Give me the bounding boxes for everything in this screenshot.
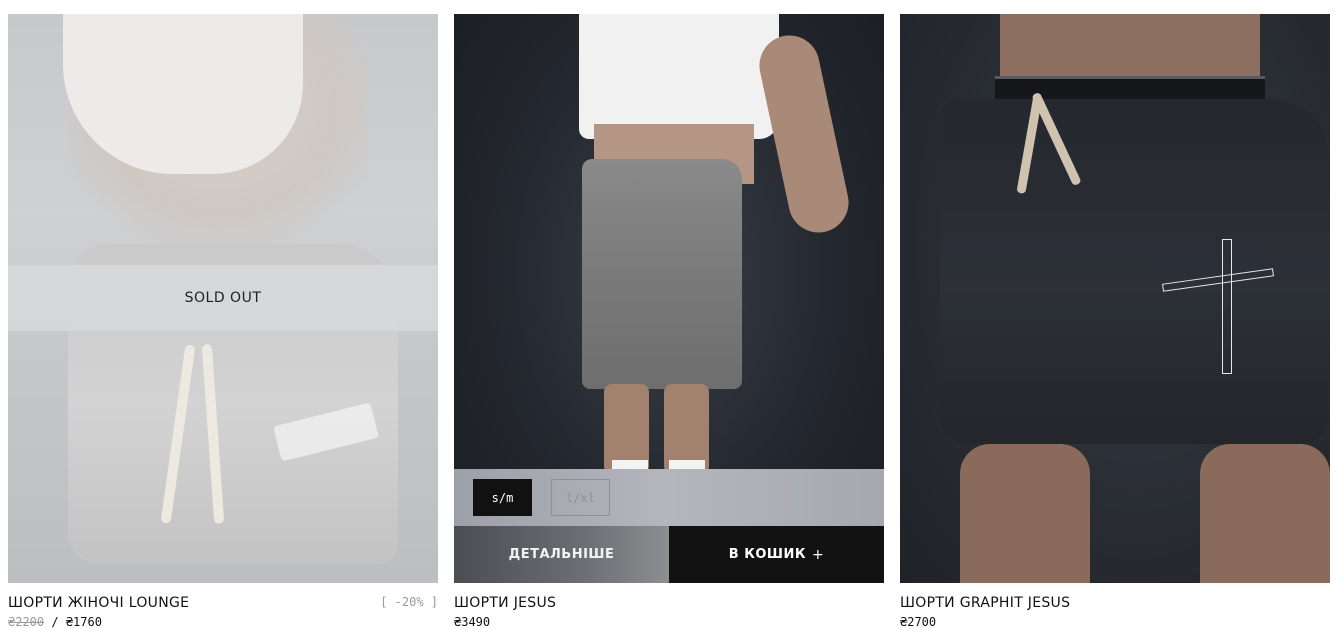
photo-detail — [579, 14, 779, 139]
cross-print — [1222, 239, 1232, 374]
product-info: ШОРТИ GRAPHIT JESUS ₴2700 — [900, 583, 1330, 629]
product-card: s/m l/xl ДЕТАЛЬНІШЕ В КОШИК + ШОРТИ JESU… — [454, 14, 884, 629]
details-button[interactable]: ДЕТАЛЬНІШЕ — [454, 526, 669, 583]
sold-out-overlay: SOLD OUT — [8, 265, 438, 331]
discount-badge: [ -20% ] — [380, 595, 438, 609]
size-selector: s/m l/xl — [454, 469, 884, 526]
current-price: ₴3490 — [454, 615, 491, 629]
product-title[interactable]: ШОРТИ JESUS — [454, 595, 556, 611]
product-grid: SOLD OUT ШОРТИ ЖІНОЧІ LOUNGE [ -20% ] ₴2… — [0, 0, 1343, 629]
size-option-l-xl[interactable]: l/xl — [551, 479, 610, 516]
product-info: ШОРТИ JESUS ₴3490 — [454, 583, 884, 629]
photo-detail — [1000, 14, 1260, 84]
product-card: ШОРТИ GRAPHIT JESUS ₴2700 — [900, 14, 1330, 629]
current-price: ₴2700 — [900, 615, 937, 629]
plus-icon: + — [811, 546, 825, 563]
product-image[interactable]: SOLD OUT — [8, 14, 438, 583]
product-title[interactable]: ШОРТИ GRAPHIT JESUS — [900, 595, 1070, 611]
old-price: ₴2200 — [8, 615, 45, 629]
size-option-s-m[interactable]: s/m — [473, 479, 532, 516]
photo-detail — [582, 159, 742, 389]
add-to-cart-button[interactable]: В КОШИК + — [669, 526, 884, 583]
sold-out-label: SOLD OUT — [184, 290, 262, 306]
photo-detail — [1200, 444, 1330, 583]
product-card: SOLD OUT ШОРТИ ЖІНОЧІ LOUNGE [ -20% ] ₴2… — [8, 14, 438, 629]
card-actions: ДЕТАЛЬНІШЕ В КОШИК + — [454, 526, 884, 583]
product-image[interactable] — [900, 14, 1330, 583]
price-line: ₴3490 — [454, 615, 490, 629]
price-separator: / — [44, 615, 66, 629]
current-price: ₴1760 — [65, 615, 102, 629]
price-line: ₴2700 — [900, 615, 936, 629]
price-line: ₴2200 / ₴1760 — [8, 615, 102, 629]
product-title[interactable]: ШОРТИ ЖІНОЧІ LOUNGE — [8, 595, 189, 611]
product-image[interactable]: s/m l/xl ДЕТАЛЬНІШЕ В КОШИК + — [454, 14, 884, 583]
add-to-cart-label: В КОШИК — [728, 547, 806, 562]
photo-detail — [960, 444, 1090, 583]
product-info: ШОРТИ ЖІНОЧІ LOUNGE [ -20% ] ₴2200 / ₴17… — [8, 583, 438, 629]
